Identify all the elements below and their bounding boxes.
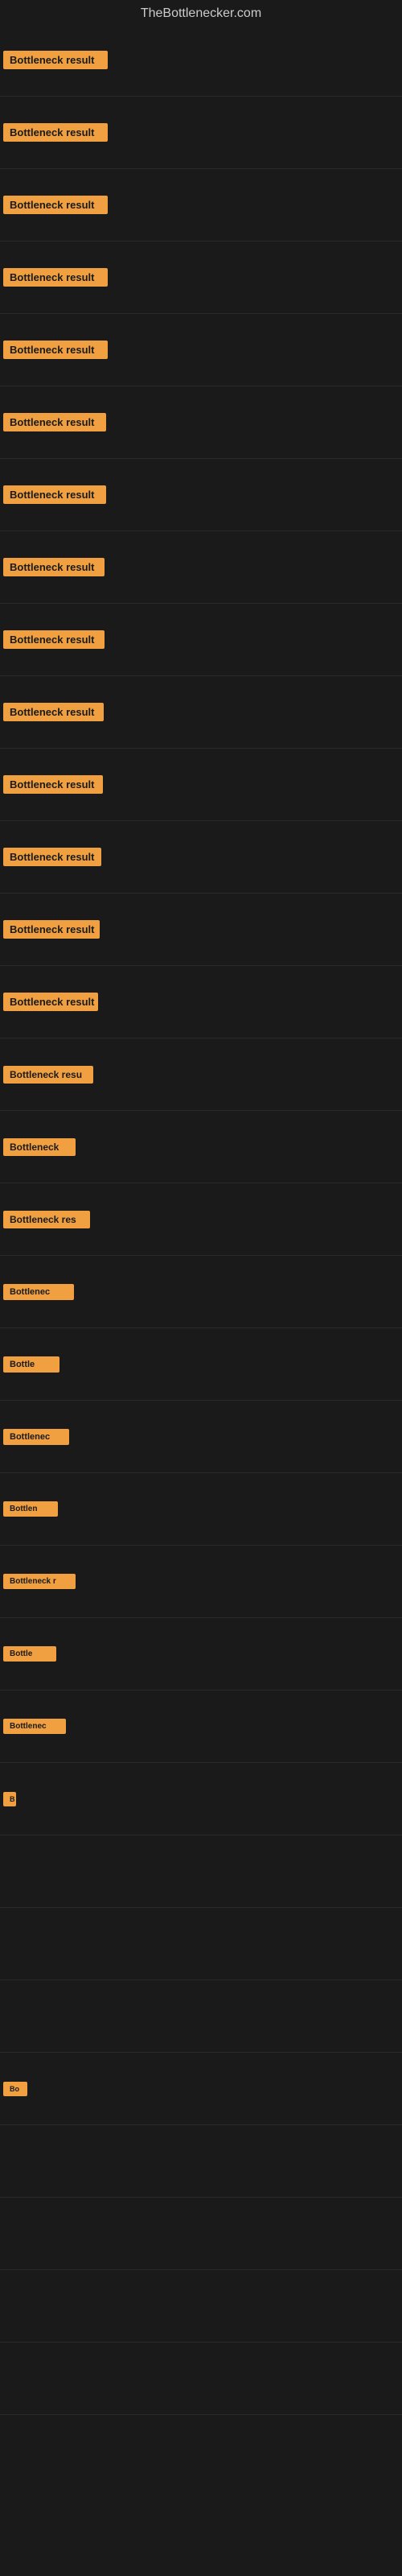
list-item: Bottleneck result — [0, 97, 402, 169]
list-item — [0, 1835, 402, 1908]
list-item: Bottlenec — [0, 1401, 402, 1473]
bottleneck-badge[interactable]: Bottleneck res — [3, 1211, 90, 1228]
list-item — [0, 2198, 402, 2270]
bottleneck-badge[interactable]: Bottleneck result — [3, 848, 101, 866]
bottleneck-badge[interactable]: Bottleneck result — [3, 920, 100, 939]
list-item: Bottleneck res — [0, 1183, 402, 1256]
bottleneck-badge[interactable]: Bottleneck — [3, 1138, 76, 1156]
list-item — [0, 1980, 402, 2053]
bottleneck-badge[interactable]: Bottleneck resu — [3, 1066, 93, 1084]
bottleneck-badge[interactable]: Bottle — [3, 1356, 59, 1373]
list-item: Bottle — [0, 1618, 402, 1690]
list-item: Bottleneck result — [0, 531, 402, 604]
bottleneck-badge[interactable]: Bottlenec — [3, 1429, 69, 1445]
bottleneck-badge[interactable]: Bottleneck result — [3, 341, 108, 359]
bottleneck-list: Bottleneck result Bottleneck result Bottle… — [0, 24, 402, 2415]
bottleneck-badge[interactable]: Bottleneck result — [3, 703, 104, 721]
bottleneck-badge[interactable]: Bottleneck result — [3, 485, 106, 504]
list-item: Bottleneck result — [0, 242, 402, 314]
bottleneck-badge[interactable]: Bo — [3, 2082, 27, 2096]
list-item — [0, 2125, 402, 2198]
bottleneck-badge[interactable]: Bottleneck r — [3, 1574, 76, 1589]
bottleneck-badge[interactable]: Bottleneck result — [3, 268, 108, 287]
list-item — [0, 2270, 402, 2343]
bottleneck-badge[interactable]: Bottleneck result — [3, 196, 108, 214]
list-item: Bottleneck result — [0, 314, 402, 386]
bottleneck-badge[interactable]: Bottleneck result — [3, 630, 105, 649]
list-item: Bottleneck result — [0, 821, 402, 894]
bottleneck-badge[interactable]: Bottleneck result — [3, 775, 103, 794]
list-item: Bottlenec — [0, 1690, 402, 1763]
bottleneck-badge[interactable]: Bottleneck result — [3, 413, 106, 431]
bottleneck-badge[interactable]: Bottlenec — [3, 1284, 74, 1300]
list-item: B — [0, 1763, 402, 1835]
list-item: Bottleneck result — [0, 676, 402, 749]
bottleneck-badge[interactable]: Bottlenec — [3, 1719, 66, 1734]
list-item: Bottleneck result — [0, 749, 402, 821]
list-item — [0, 2343, 402, 2415]
list-item: Bottleneck — [0, 1111, 402, 1183]
list-item: Bottleneck resu — [0, 1038, 402, 1111]
bottleneck-badge[interactable]: Bottleneck result — [3, 993, 98, 1011]
bottleneck-badge[interactable]: Bottleneck result — [3, 123, 108, 142]
list-item: Bottleneck r — [0, 1546, 402, 1618]
list-item: Bottleneck result — [0, 169, 402, 242]
list-item: Bottle — [0, 1328, 402, 1401]
site-title: TheBottlenecker.com — [0, 0, 402, 24]
list-item: Bo — [0, 2053, 402, 2125]
bottleneck-badge[interactable]: Bottleneck result — [3, 558, 105, 576]
list-item: Bottleneck result — [0, 24, 402, 97]
bottleneck-badge[interactable]: Bottlen — [3, 1501, 58, 1517]
bottleneck-badge[interactable]: B — [3, 1792, 16, 1806]
list-item: Bottlen — [0, 1473, 402, 1546]
list-item: Bottleneck result — [0, 386, 402, 459]
list-item: Bottleneck result — [0, 966, 402, 1038]
bottleneck-badge[interactable]: Bottleneck result — [3, 51, 108, 69]
list-item: Bottleneck result — [0, 604, 402, 676]
list-item: Bottleneck result — [0, 894, 402, 966]
bottleneck-badge[interactable]: Bottle — [3, 1646, 56, 1662]
list-item — [0, 1908, 402, 1980]
list-item: Bottlenec — [0, 1256, 402, 1328]
list-item: Bottleneck result — [0, 459, 402, 531]
